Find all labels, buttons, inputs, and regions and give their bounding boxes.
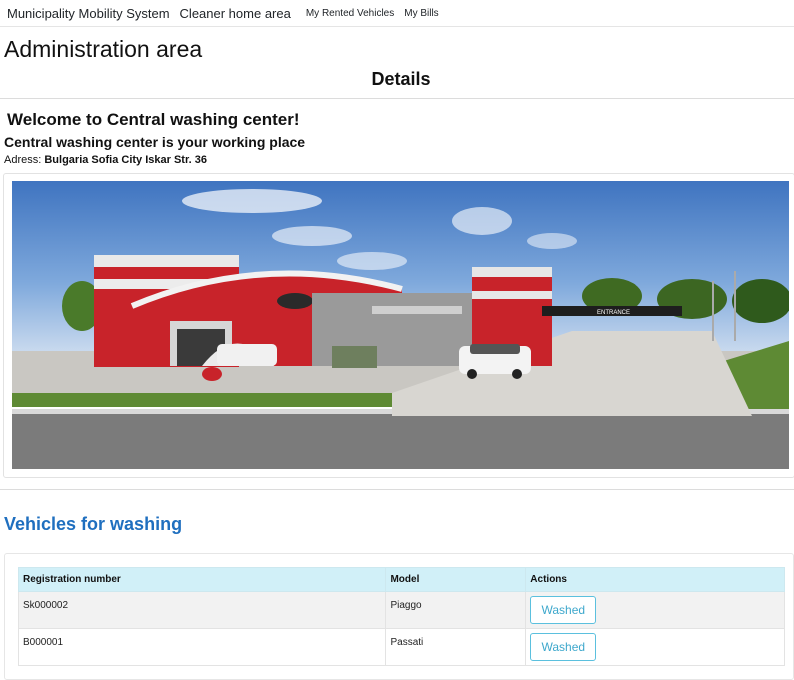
cell-registration: B000001 bbox=[17, 628, 387, 666]
table-row: B000001 Passati Washed bbox=[17, 628, 785, 666]
cell-registration: Sk000002 bbox=[17, 591, 387, 629]
washed-button[interactable]: Washed bbox=[530, 596, 597, 624]
washing-center-photo: ENTRANCE bbox=[12, 181, 789, 469]
table-row: Sk000002 Piaggo Washed bbox=[17, 591, 785, 629]
address-value: Bulgaria Sofia City Iskar Str. 36 bbox=[44, 154, 207, 166]
cell-model: Passati bbox=[385, 628, 527, 666]
details-heading: Details bbox=[371, 69, 431, 89]
page-title: Administration area bbox=[4, 36, 203, 62]
table-header-row: Registration number Model Actions bbox=[17, 567, 785, 592]
address-label: Adress: bbox=[4, 154, 42, 166]
address-line: Adress: Bulgaria Sofia City Iskar Str. 3… bbox=[4, 154, 207, 166]
cell-model: Piaggo bbox=[385, 591, 527, 629]
navbar-brand[interactable]: Municipality Mobility System bbox=[7, 6, 170, 21]
nav-cleaner-home[interactable]: Cleaner home area bbox=[180, 6, 291, 21]
cell-actions: Washed bbox=[525, 628, 785, 666]
column-header-model: Model bbox=[385, 567, 527, 592]
vehicles-table: Registration number Model Actions Sk0000… bbox=[17, 567, 785, 666]
welcome-heading: Welcome to Central washing center! bbox=[7, 110, 300, 129]
working-place-text: Central washing center is your working p… bbox=[4, 134, 306, 150]
column-header-registration: Registration number bbox=[17, 567, 387, 592]
nav-my-rented-vehicles[interactable]: My Rented Vehicles bbox=[306, 8, 394, 19]
top-navbar: Municipality Mobility System Cleaner hom… bbox=[0, 0, 794, 27]
vehicles-section-title: Vehicles for washing bbox=[4, 514, 183, 534]
cell-actions: Washed bbox=[525, 591, 785, 629]
column-header-actions: Actions bbox=[525, 567, 785, 592]
divider bbox=[0, 489, 794, 490]
entrance-sign-text: ENTRANCE bbox=[597, 310, 630, 316]
nav-my-bills[interactable]: My Bills bbox=[404, 8, 438, 19]
divider bbox=[0, 98, 794, 99]
washed-button[interactable]: Washed bbox=[530, 633, 597, 661]
